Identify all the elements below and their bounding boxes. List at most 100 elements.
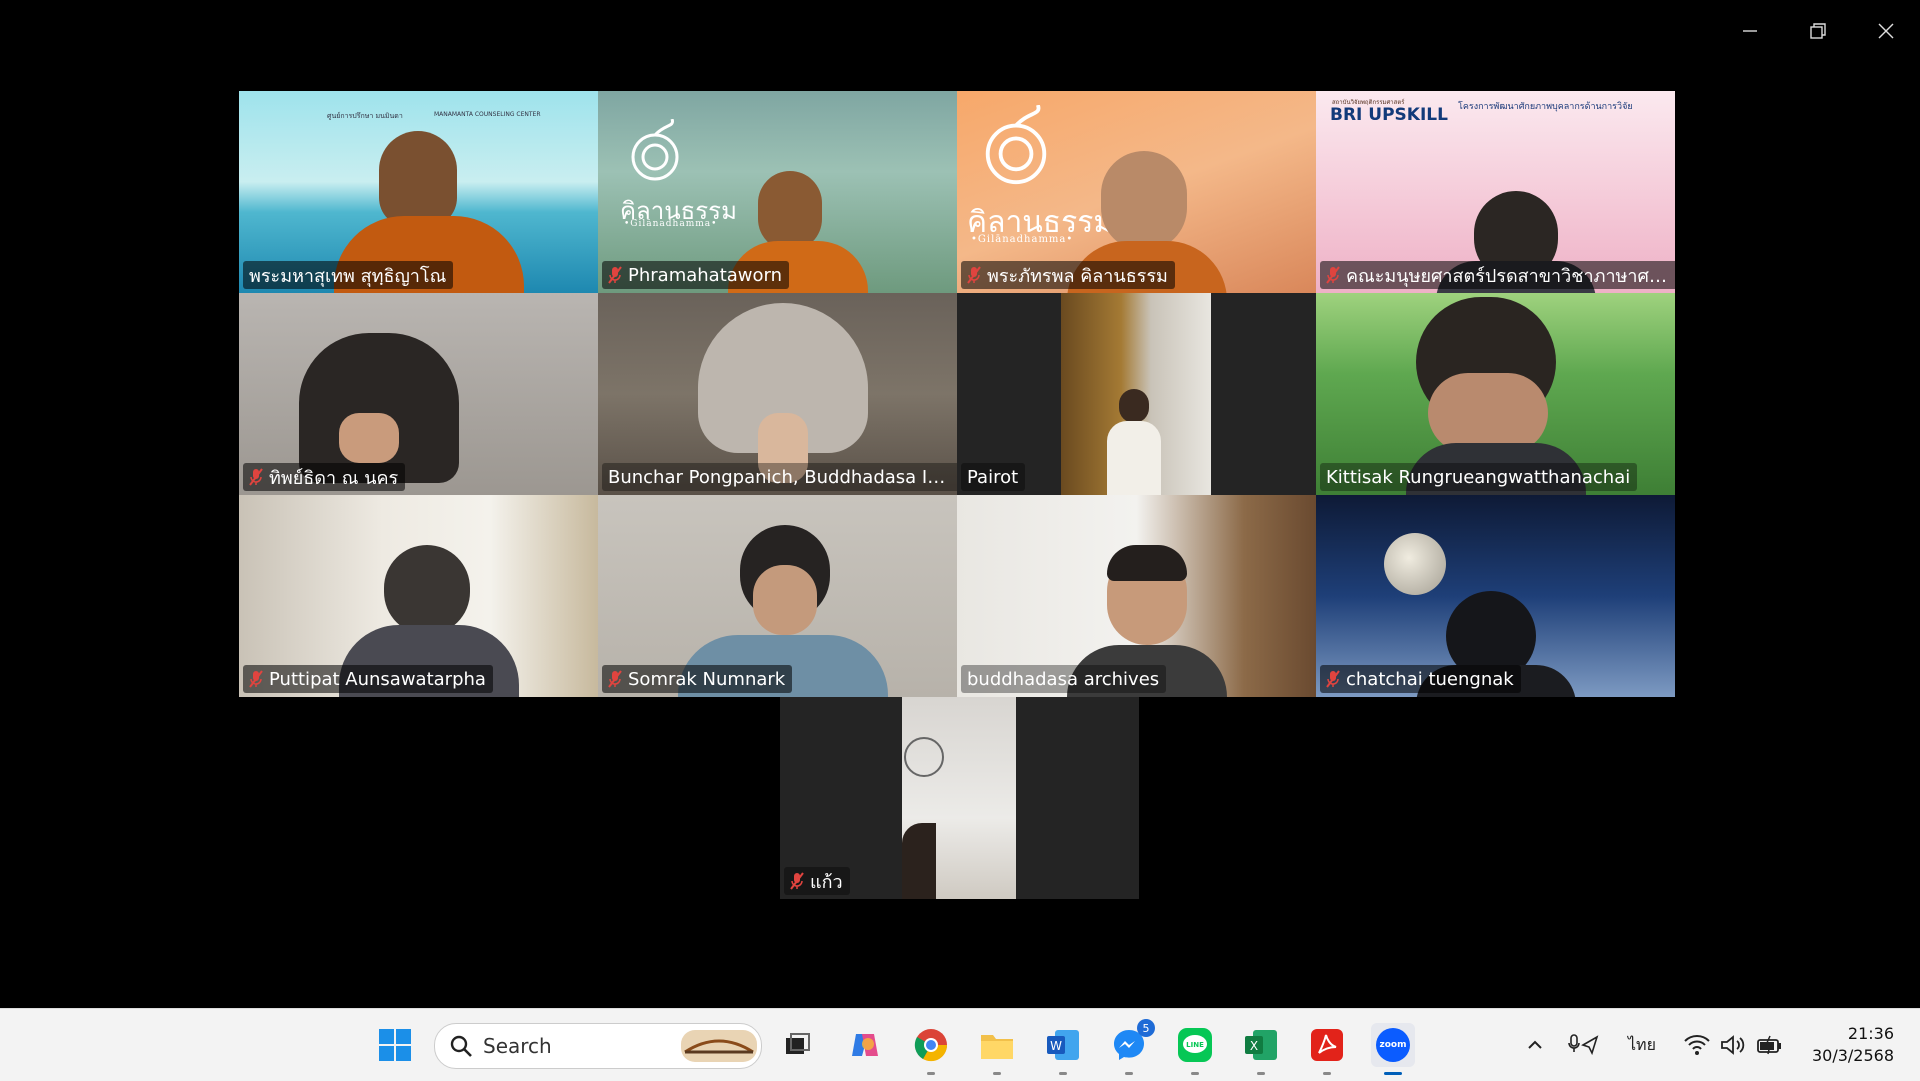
participant-head: [384, 545, 470, 635]
muted-mic-icon: [608, 266, 622, 284]
video-tile[interactable]: buddhadasa archives: [957, 495, 1316, 697]
participant-face: [1428, 373, 1548, 453]
search-icon: [450, 1035, 472, 1057]
video-tile[interactable]: Bunchar Pongpanich, Buddhadasa Indh...: [598, 293, 957, 495]
participant-name: แก้ว: [810, 871, 843, 893]
running-indicator: [1384, 1072, 1402, 1075]
svg-text:X: X: [1250, 1039, 1258, 1053]
banner-center: MANAMANTA COUNSELING CENTER: [434, 111, 541, 118]
video-tile[interactable]: แก้ว: [780, 697, 1139, 899]
running-indicator: [1257, 1072, 1265, 1075]
word-icon: W: [1047, 1030, 1079, 1060]
show-hidden-icons-button[interactable]: [1526, 1023, 1544, 1067]
search-box[interactable]: Search: [434, 1023, 762, 1069]
line-button[interactable]: LINE: [1173, 1023, 1217, 1075]
participant-nameplate: chatchai tuengnak: [1320, 665, 1521, 693]
notification-badge: 5: [1137, 1019, 1155, 1037]
video-tile[interactable]: ทิพย์ธิดา ณ นคร: [239, 293, 598, 495]
running-indicator: [1125, 1072, 1133, 1075]
participant-face: [753, 565, 817, 635]
language-label: ไทย: [1628, 1034, 1656, 1054]
participant-nameplate: Pairot: [961, 463, 1026, 491]
logo-subtext: •Gilānadhamma•: [971, 234, 1074, 245]
window-controls: [1716, 0, 1920, 62]
zoom-label: zoom: [1379, 1040, 1407, 1050]
participant-name: Pairot: [967, 466, 1019, 488]
excel-icon: X: [1245, 1030, 1277, 1060]
battery-button[interactable]: [1756, 1023, 1784, 1067]
volume-icon: [1721, 1035, 1745, 1055]
restore-button[interactable]: [1784, 0, 1852, 62]
language-indicator[interactable]: ไทย: [1628, 1023, 1656, 1067]
video-tile[interactable]: สถาบันวิจัยพฤติกรรมศาสตร์ BRI UPSKILL โค…: [1316, 91, 1675, 293]
search-placeholder: Search: [483, 1034, 552, 1058]
participant-name: Puttipat Aunsawatarpha: [269, 668, 486, 690]
svg-text:LINE: LINE: [1186, 1041, 1204, 1049]
restore-icon: [1810, 23, 1826, 39]
start-button[interactable]: [373, 1023, 417, 1067]
video-tile[interactable]: ศูนย์การปรึกษา มนมินดา MANAMANTA COUNSEL…: [239, 91, 598, 293]
word-button[interactable]: W: [1041, 1023, 1085, 1075]
participant-partial: [902, 823, 936, 899]
messenger-button[interactable]: 5: [1107, 1019, 1155, 1075]
moon-icon: [1384, 533, 1446, 595]
participant-head: [1119, 389, 1149, 423]
participant-nameplate: พระมหาสุเทพ สุทฺธิญาโณ: [243, 261, 454, 289]
participant-name: chatchai tuengnak: [1346, 668, 1514, 690]
participant-name: คณะมนุษยศาสตร์ปรดสาขาวิชาภาษาศาสตร์: [1346, 265, 1672, 287]
zoom-button[interactable]: zoom: [1371, 1023, 1415, 1075]
wifi-button[interactable]: [1684, 1023, 1710, 1067]
logo-subtext: •Gilānadhamma•: [624, 219, 718, 229]
acrobat-button[interactable]: [1305, 1023, 1349, 1075]
svg-text:W: W: [1050, 1039, 1062, 1053]
gilanadhamma-logo-icon: [631, 119, 679, 181]
video-tile[interactable]: Somrak Numnark: [598, 495, 957, 697]
participant-name: Somrak Numnark: [628, 668, 786, 690]
participant-name: Bunchar Pongpanich, Buddhadasa Indh...: [608, 466, 954, 488]
acrobat-icon: [1311, 1029, 1343, 1061]
copilot-icon: [852, 1034, 878, 1056]
participant-name: ทิพย์ธิดา ณ นคร: [269, 467, 399, 489]
file-explorer-icon: [981, 1035, 1013, 1059]
video-tile[interactable]: คิลานธรรม •Gilānadhamma• Phramahataworn: [598, 91, 957, 293]
muted-mic-icon: [790, 872, 804, 890]
participant-nameplate: Phramahataworn: [602, 261, 790, 289]
chrome-button[interactable]: [909, 1023, 953, 1075]
participant-name: Kittisak Rungrueangwatthanachai: [1326, 466, 1631, 488]
banner-header: ศูนย์การปรึกษา มนมินดา: [327, 112, 403, 120]
microphone-tray-button[interactable]: [1568, 1023, 1600, 1067]
minimize-button[interactable]: [1716, 0, 1784, 62]
muted-mic-icon: [1326, 670, 1340, 688]
excel-button[interactable]: X: [1239, 1023, 1283, 1075]
clock[interactable]: 21:36 30/3/2568: [1812, 1023, 1894, 1067]
wifi-icon: [1684, 1035, 1710, 1055]
task-view-button[interactable]: [775, 1023, 819, 1067]
volume-button[interactable]: [1720, 1023, 1746, 1067]
participant-nameplate: Somrak Numnark: [602, 665, 793, 693]
participant-name: พระภัทรพล คิลานธรรม: [987, 265, 1168, 287]
running-indicator: [1191, 1072, 1199, 1075]
bri-upskill-logo: BRI UPSKILL: [1330, 105, 1448, 125]
video-tile[interactable]: Kittisak Rungrueangwatthanachai: [1316, 293, 1675, 495]
running-indicator: [1059, 1072, 1067, 1075]
video-tile[interactable]: Puttipat Aunsawatarpha: [239, 495, 598, 697]
participant-nameplate: พระภัทรพล คิลานธรรม: [961, 261, 1175, 289]
minimize-icon: [1743, 30, 1757, 32]
video-tile[interactable]: chatchai tuengnak: [1316, 495, 1675, 697]
video-tile[interactable]: คิลานธรรม •Gilānadhamma• พระภัทรพล คิลาน…: [957, 91, 1316, 293]
microphone-location-icon: [1568, 1034, 1599, 1056]
participant-name: พระมหาสุเทพ สุทฺธิญาโณ: [249, 265, 447, 287]
file-explorer-button[interactable]: [975, 1023, 1019, 1075]
gilanadhamma-logo-icon: [985, 105, 1047, 185]
participant-nameplate: ทิพย์ธิดา ณ นคร: [243, 463, 406, 491]
close-button[interactable]: [1852, 0, 1920, 62]
battery-charging-icon: [1757, 1035, 1781, 1055]
participant-nameplate: Kittisak Rungrueangwatthanachai: [1320, 463, 1638, 491]
praying-hands: [339, 413, 399, 463]
participant-nameplate: buddhadasa archives: [961, 665, 1167, 693]
participant-head: [758, 171, 822, 251]
muted-mic-icon: [608, 670, 622, 688]
video-tile[interactable]: Pairot: [957, 293, 1316, 495]
copilot-button[interactable]: [843, 1023, 887, 1067]
fan-icon: [904, 737, 944, 777]
